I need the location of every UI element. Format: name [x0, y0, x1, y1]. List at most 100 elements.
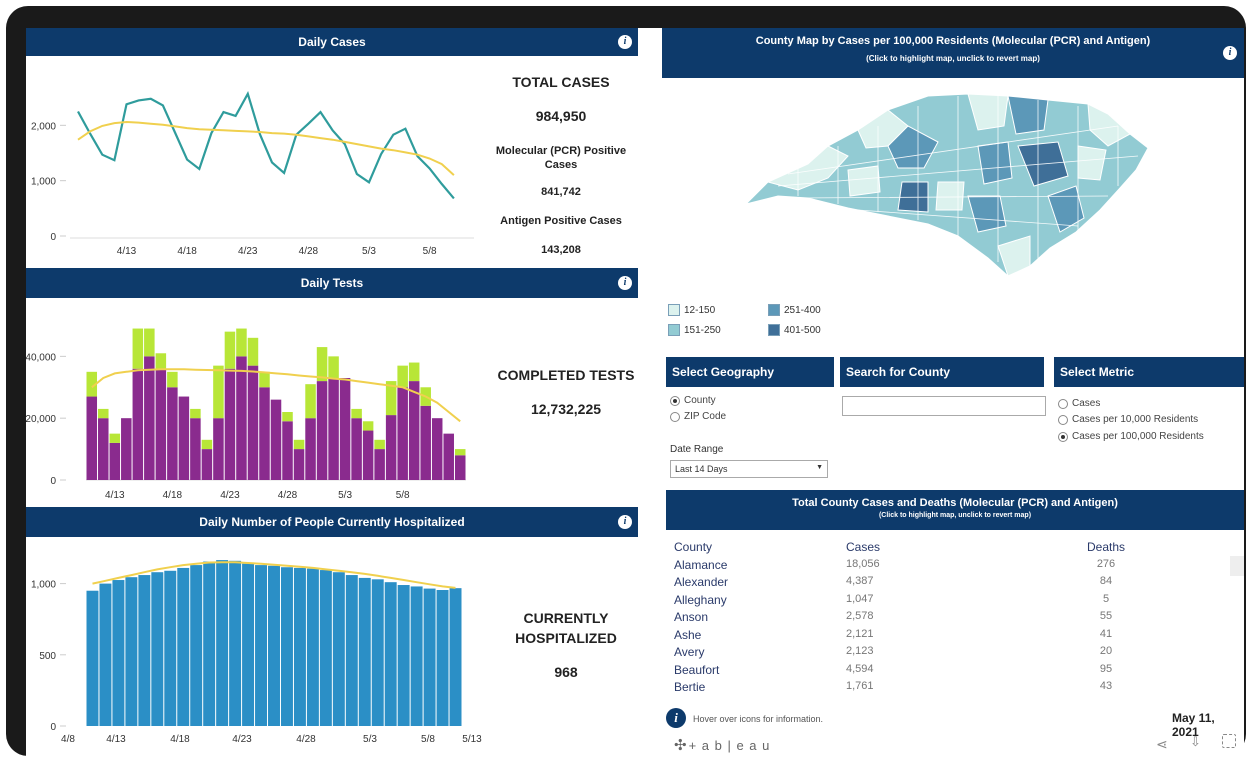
- antigen-bar: [408, 362, 420, 382]
- date-range-label: Date Range: [670, 444, 724, 455]
- pcr-cases-title: Molecular (PCR) Positive Cases: [495, 145, 627, 171]
- antigen-bar: [259, 371, 270, 388]
- pcr-bar: [443, 433, 454, 480]
- county-region: [977, 141, 1013, 185]
- table-scrollbar[interactable]: [1230, 556, 1244, 576]
- legend-label: 151-250: [684, 325, 721, 336]
- info-icon[interactable]: i: [666, 708, 686, 728]
- table-row[interactable]: Beaufort 4,594 95: [666, 663, 1216, 680]
- hospitalized-bar: [423, 588, 436, 726]
- pcr-bar: [351, 418, 362, 480]
- antigen-bar: [247, 337, 259, 366]
- pcr-bar: [132, 368, 144, 480]
- x-tick-label: 5/3: [362, 246, 376, 257]
- county-table-title: Total County Cases and Deaths (Molecular…: [792, 497, 1118, 509]
- window-frame: Daily Cases i 0 1,000 2,000 4/13 4/18 4/23 4/2…: [6, 6, 1246, 756]
- pcr-bar: [270, 399, 282, 480]
- hospitalized-bar: [384, 582, 397, 726]
- county-cases: 18,056: [846, 558, 880, 570]
- dashboard: Daily Cases i 0 1,000 2,000 4/13 4/18 4/23 4/2…: [26, 28, 1244, 756]
- x-tick-label: 4/13: [117, 246, 137, 257]
- share-icon[interactable]: ⋖: [1156, 736, 1168, 753]
- info-icon[interactable]: i: [1223, 46, 1237, 60]
- hospitalized-bar: [203, 561, 216, 726]
- hospitalized-bar: [449, 588, 462, 726]
- hospitalized-bar: [99, 583, 112, 726]
- hospitalized-bar: [242, 563, 255, 726]
- hospitalized-value: 968: [554, 664, 578, 680]
- y-tick-label: 0: [50, 722, 56, 733]
- hospitalized-bar: [436, 590, 449, 726]
- metric-option-label: Cases: [1072, 398, 1101, 409]
- download-icon[interactable]: ⇩: [1190, 734, 1201, 750]
- metric-option-cases[interactable]: Cases: [1058, 398, 1100, 409]
- county-cases: 2,121: [846, 628, 874, 640]
- info-icon[interactable]: i: [618, 515, 632, 529]
- antigen-bar: [374, 439, 385, 450]
- date-range-select[interactable]: Last 14 Days ▼: [670, 460, 828, 478]
- antigen-bar: [98, 408, 109, 419]
- county-name: Alexander: [674, 575, 729, 589]
- county-cases: 2,123: [846, 645, 874, 657]
- search-county-input[interactable]: [842, 396, 1046, 416]
- table-row[interactable]: Avery 2,123 20: [666, 645, 1216, 662]
- cases-series-line: [77, 90, 455, 200]
- info-icon[interactable]: i: [618, 35, 632, 49]
- antigen-bar: [190, 408, 201, 419]
- y-tick-label: 0: [50, 232, 56, 243]
- x-tick-label: 4/23: [238, 246, 258, 257]
- table-row[interactable]: Bertie 1,761 43: [666, 680, 1216, 697]
- table-row[interactable]: Ashe 2,121 41: [666, 628, 1216, 645]
- info-icon[interactable]: i: [618, 276, 632, 290]
- pcr-bar: [362, 430, 374, 480]
- x-tick-label: 5/8: [396, 490, 410, 501]
- table-row[interactable]: Alleghany 1,047 5: [666, 593, 1216, 610]
- y-tick-label: 20,000: [26, 414, 56, 425]
- x-tick-label: 4/18: [170, 734, 190, 745]
- hospitalized-chart[interactable]: 0 500 1,000 4/8 4/13 4/18 4/23 4/28 5/3 5/8 5/13: [26, 538, 496, 756]
- metric-option-per100k[interactable]: Cases per 100,000 Residents: [1058, 431, 1204, 442]
- y-tick-label: 0: [50, 476, 56, 487]
- x-tick-label: 4/8: [61, 734, 75, 745]
- daily-tests-chart[interactable]: 0 20,000 40,000 4/13 4/18 4/23 4/28 5/3 5/8: [26, 300, 496, 508]
- fullscreen-icon[interactable]: [1222, 734, 1236, 748]
- legend-label: 401-500: [784, 325, 821, 336]
- pcr-bar: [190, 418, 201, 480]
- completed-tests-value: 12,732,225: [530, 401, 602, 417]
- legend-swatch: [668, 324, 680, 336]
- geo-option-zip[interactable]: ZIP Code: [670, 411, 726, 422]
- pcr-bar: [201, 449, 213, 480]
- antigen-cases-value: 143,208: [541, 244, 581, 256]
- pcr-bar: [178, 396, 190, 480]
- antigen-bar: [167, 371, 178, 388]
- table-row[interactable]: Anson 2,578 55: [666, 610, 1216, 627]
- map-subtitle: (Click to highlight map, unclick to reve…: [866, 54, 1040, 63]
- antigen-bar: [328, 356, 339, 378]
- county-map[interactable]: [738, 86, 1158, 286]
- completed-tests-title: COMPLETED TESTS: [497, 367, 635, 383]
- pcr-bar: [339, 378, 351, 480]
- date-range-value: Last 14 Days: [675, 464, 728, 474]
- x-tick-label: 4/23: [232, 734, 252, 745]
- county-name: Anson: [674, 610, 709, 624]
- table-row[interactable]: Alamance 18,056 276: [666, 558, 1216, 575]
- geo-option-county[interactable]: County: [670, 395, 716, 406]
- pcr-bar: [431, 418, 443, 480]
- x-tick-label: 5/3: [363, 734, 377, 745]
- table-row[interactable]: Alexander 4,387 84: [666, 575, 1216, 592]
- tableau-logo[interactable]: ✣ + a b | e a u: [674, 736, 770, 754]
- x-tick-label: 5/8: [421, 734, 435, 745]
- pcr-bar: [247, 365, 259, 480]
- pcr-bar: [259, 387, 270, 480]
- county-name: Bertie: [674, 680, 706, 694]
- county-deaths: 5: [1102, 593, 1110, 605]
- map-header: County Map by Cases per 100,000 Resident…: [662, 28, 1244, 78]
- total-cases-title: TOTAL CASES: [512, 74, 610, 90]
- map-title: County Map by Cases per 100,000 Resident…: [755, 35, 1151, 47]
- metric-option-per10k[interactable]: Cases per 10,000 Residents: [1058, 414, 1198, 425]
- metric-option-label: Cases per 10,000 Residents: [1072, 414, 1199, 425]
- hospitalized-bar: [151, 572, 164, 726]
- daily-cases-chart[interactable]: 0 1,000 2,000 4/13 4/18 4/23 4/28 5/3 5/8: [26, 58, 496, 270]
- hospitalized-bar: [125, 577, 138, 726]
- hospitalized-header: Daily Number of People Currently Hospita…: [26, 507, 638, 537]
